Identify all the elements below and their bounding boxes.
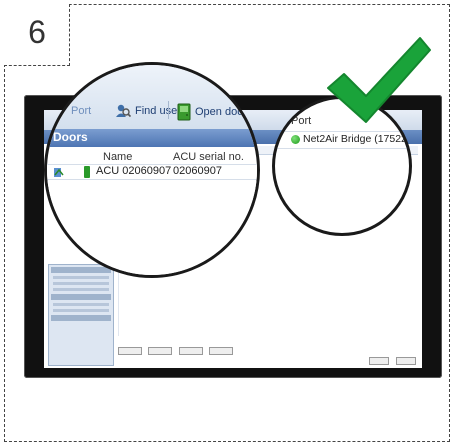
doors-panel-header: Doors: [47, 129, 257, 147]
side-line: [53, 303, 109, 306]
door-list-icon: [54, 168, 64, 177]
row-name: ACU 02060907: [96, 165, 172, 177]
status-online-icon: [291, 135, 300, 144]
step-box: 6: [4, 4, 70, 66]
toolbar: Port Find user Open door: [47, 65, 257, 129]
green-door-icon: [84, 166, 90, 178]
checkmark-icon: [327, 37, 431, 123]
find-user-icon: [116, 104, 131, 118]
open-door-button[interactable]: Open door: [177, 103, 247, 121]
side-head: [51, 315, 111, 321]
mini-button[interactable]: [118, 347, 142, 355]
column-acu-serial[interactable]: ACU serial no.: [173, 151, 244, 163]
open-door-label: Open door: [195, 106, 247, 118]
open-door-icon: [177, 103, 191, 121]
magnified-doors-view: Port Find user Open door Doors Name ACU …: [44, 62, 260, 278]
dialog-buttons: [366, 352, 416, 368]
side-line: [53, 288, 109, 291]
find-user-label: Find user: [135, 105, 181, 117]
toolbar-separator: [168, 101, 169, 119]
mini-button[interactable]: [209, 347, 234, 355]
step-number: 6: [28, 14, 46, 50]
column-name[interactable]: Name: [103, 151, 132, 163]
port-row[interactable]: Net2Air Bridge (1752240): [275, 131, 412, 149]
side-head: [51, 294, 111, 300]
mini-button[interactable]: [148, 347, 173, 355]
row-serial: 02060907: [173, 165, 222, 177]
cancel-button[interactable]: [396, 357, 416, 365]
ok-button[interactable]: [368, 357, 389, 365]
find-user-button[interactable]: Find user: [115, 103, 181, 119]
side-line: [53, 309, 109, 312]
port-button[interactable]: Port: [71, 105, 91, 117]
row-port: Net2Air Bridge (1752240): [303, 133, 412, 145]
table-empty-area: [47, 181, 257, 275]
mini-button[interactable]: [178, 347, 203, 355]
doors-title: Doors: [53, 130, 88, 144]
side-line: [53, 282, 109, 285]
side-line: [53, 276, 109, 279]
side-task-panel: [48, 264, 114, 366]
column-port[interactable]: Port: [291, 115, 311, 127]
table-header: Name ACU serial no.: [47, 151, 257, 163]
table-row[interactable]: ACU 02060907 02060907: [47, 164, 257, 180]
bottom-button-row: [118, 342, 235, 355]
